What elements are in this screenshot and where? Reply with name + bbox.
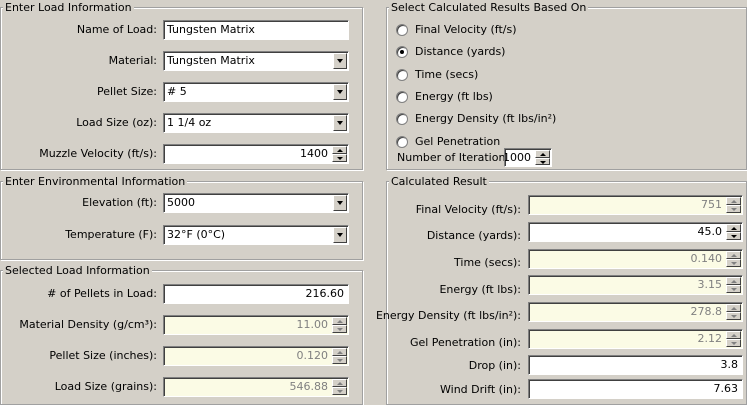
result-basis-radio-group: Final Velocity (ft/s) Distance (yards) Tim… [396, 22, 696, 152]
spin-up-icon[interactable] [332, 146, 347, 154]
pellet-size-select[interactable]: # 5 [163, 82, 349, 102]
radio-option-label: Time (secs) [415, 67, 479, 81]
env-info-title: Enter Environmental Information [3, 175, 188, 188]
load-grains-stepper[interactable]: 546.88 [163, 377, 349, 397]
material-density-label: Material Density (g/cm³): [19, 318, 157, 331]
drop-field[interactable]: 3.8 [528, 355, 743, 375]
chevron-down-icon[interactable] [333, 84, 347, 100]
time-label: Time (secs): [454, 256, 521, 269]
elevation-label: Elevation (ft): [82, 196, 157, 209]
pellet-size-label: Pellet Size: [97, 85, 157, 98]
radio-unchecked-icon[interactable] [396, 24, 408, 36]
spin-up-icon[interactable] [535, 150, 550, 158]
material-select[interactable]: Tungsten Matrix [163, 51, 349, 71]
spin-down-icon[interactable] [726, 232, 741, 240]
muzzle-velocity-stepper[interactable]: 1400 [163, 144, 349, 164]
chevron-down-icon[interactable] [333, 227, 347, 243]
radio-unchecked-icon[interactable] [396, 68, 408, 81]
iterations-label: Number of Iterations: [397, 151, 515, 164]
chevron-down-icon[interactable] [333, 115, 347, 131]
radio-option-label: Final Velocity (ft/s) [415, 23, 517, 36]
gel-penetration-stepper[interactable]: 2.12 [528, 329, 743, 349]
spin-down-icon[interactable] [726, 205, 741, 213]
temperature-select[interactable]: 32°F (0°C) [163, 225, 349, 245]
radio-option[interactable]: Final Velocity (ft/s) [396, 22, 696, 38]
pellet-count-label: # of Pellets in Load: [47, 287, 157, 300]
spin-up-icon[interactable] [726, 277, 741, 285]
calculated-result-title: Calculated Result [389, 175, 489, 188]
spin-down-icon[interactable] [332, 387, 347, 395]
load-size-label: Load Size (oz): [76, 116, 157, 129]
radio-unchecked-icon[interactable] [396, 135, 408, 148]
distance-label: Distance (yards): [426, 229, 521, 242]
distance-stepper[interactable]: 45.0 [528, 222, 743, 242]
spin-down-icon[interactable] [535, 157, 550, 165]
gel-penetration-label: Gel Penetration (in): [409, 336, 521, 349]
load-info-title: Enter Load Information [3, 1, 134, 14]
energy-stepper[interactable]: 3.15 [528, 275, 743, 295]
pellet-count-field[interactable]: 216.60 [163, 284, 349, 304]
wind-drift-field[interactable]: 7.63 [528, 379, 743, 399]
calc-select-title: Select Calculated Results Based On [389, 1, 589, 14]
spin-down-icon[interactable] [726, 312, 741, 320]
radio-unchecked-icon[interactable] [396, 90, 408, 103]
radio-option[interactable]: Energy (ft lbs) [396, 89, 696, 105]
spin-up-icon[interactable] [332, 348, 347, 356]
iterations-stepper[interactable]: 1000 [504, 148, 552, 167]
spin-up-icon[interactable] [726, 304, 741, 312]
spin-up-icon[interactable] [726, 251, 741, 259]
radio-unchecked-icon[interactable] [396, 113, 408, 126]
radio-option-label: Gel Penetration [415, 134, 501, 148]
temperature-label: Temperature (F): [65, 228, 157, 241]
energy-density-stepper[interactable]: 278.8 [528, 302, 743, 322]
spin-down-icon[interactable] [726, 259, 741, 267]
spin-up-icon[interactable] [726, 197, 741, 205]
energy-density-label: Energy Density (ft lbs/in²): [375, 309, 521, 322]
radio-option[interactable]: Distance (yards) [396, 44, 696, 60]
radio-option[interactable]: Time (secs) [396, 67, 696, 83]
elevation-select[interactable]: 5000 [163, 193, 349, 213]
load-size-select[interactable]: 1 1/4 oz [163, 113, 349, 133]
chevron-down-icon[interactable] [333, 195, 347, 211]
pellet-inches-label: Pellet Size (inches): [49, 349, 157, 362]
energy-label: Energy (ft lbs): [439, 283, 521, 296]
radio-option-label: Distance (yards) [415, 45, 506, 59]
spin-down-icon[interactable] [332, 325, 347, 333]
radio-option-label: Energy (ft lbs) [415, 89, 493, 103]
muzzle-velocity-label: Muzzle Velocity (ft/s): [39, 147, 157, 160]
radio-option[interactable]: Energy Density (ft lbs/in²) [396, 111, 696, 127]
load-grains-label: Load Size (grains): [54, 380, 157, 393]
spin-down-icon[interactable] [332, 154, 347, 162]
final-velocity-stepper[interactable]: 751 [528, 195, 743, 215]
load-name-input[interactable]: Tungsten Matrix [163, 20, 349, 40]
spin-up-icon[interactable] [726, 331, 741, 339]
spin-up-icon[interactable] [726, 224, 741, 232]
final-velocity-label: Final Velocity (ft/s): [415, 203, 521, 216]
selected-load-title: Selected Load Information [3, 264, 152, 277]
material-label: Material: [108, 54, 157, 67]
drop-label: Drop (in): [468, 359, 521, 372]
spin-up-icon[interactable] [332, 317, 347, 325]
spin-up-icon[interactable] [332, 379, 347, 387]
spin-down-icon[interactable] [332, 356, 347, 364]
spin-down-icon[interactable] [726, 285, 741, 293]
pellet-inches-stepper[interactable]: 0.120 [163, 346, 349, 366]
load-name-label: Name of Load: [76, 23, 157, 36]
spin-down-icon[interactable] [726, 339, 741, 347]
radio-option-label: Energy Density (ft lbs/in²) [415, 112, 557, 126]
chevron-down-icon[interactable] [333, 53, 347, 69]
radio-checked-icon[interactable] [396, 46, 408, 59]
material-density-stepper[interactable]: 11.00 [163, 315, 349, 335]
time-stepper[interactable]: 0.140 [528, 249, 743, 269]
wind-drift-label: Wind Drift (in): [440, 383, 521, 396]
